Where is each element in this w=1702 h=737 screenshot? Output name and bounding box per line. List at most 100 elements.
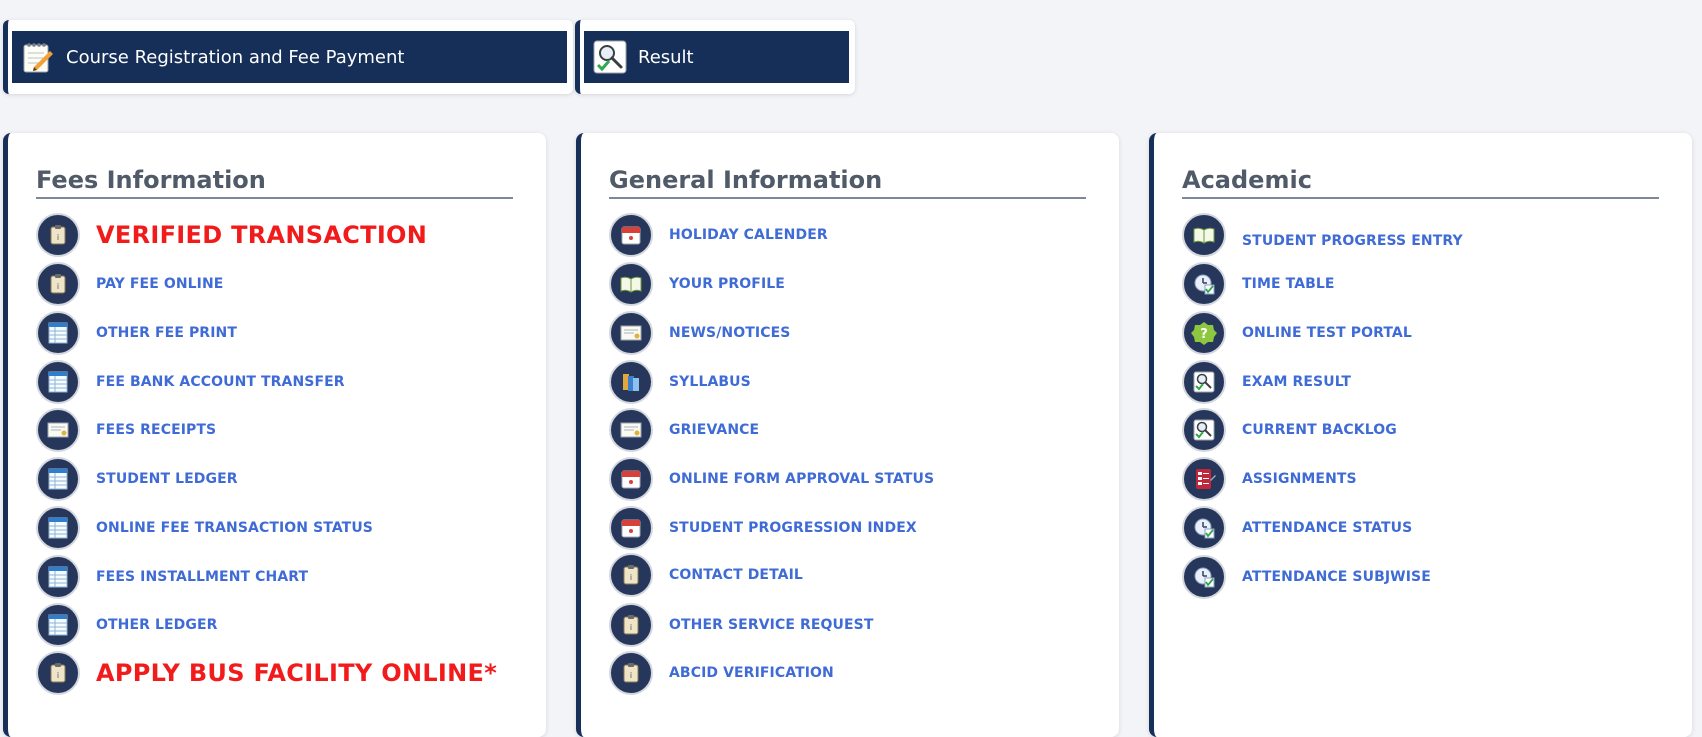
open-book-icon: [1182, 213, 1226, 257]
certificate-icon: [609, 408, 653, 452]
quick-link-card-course-registration: Course Registration and Fee Payment: [3, 20, 573, 94]
result-button[interactable]: Result: [584, 31, 849, 83]
menu-item-label: FEES INSTALLMENT CHART: [96, 569, 309, 585]
svg-text:i: i: [57, 671, 59, 680]
menu-item-abcid-verification[interactable]: i ABCID VERIFICATION: [609, 651, 834, 695]
fees-information-panel: Fees Information i VERIFIED TRANSACTION …: [3, 133, 546, 737]
table-sheet-icon: [36, 311, 80, 355]
table-sheet-icon: [36, 360, 80, 404]
menu-item-attendance-status[interactable]: ATTENDANCE STATUS: [1182, 506, 1412, 550]
menu-item-pay-fee-online[interactable]: i PAY FEE ONLINE: [36, 262, 223, 306]
menu-item-label: FEES RECEIPTS: [96, 422, 217, 438]
svg-text:i: i: [630, 671, 632, 680]
svg-text:i: i: [630, 573, 632, 582]
calendar-icon: [609, 506, 653, 550]
menu-item-label: OTHER LEDGER: [96, 617, 218, 633]
fees-information-menu: i VERIFIED TRANSACTION i PAY FEE ONLINE …: [36, 199, 546, 719]
menu-item-time-table[interactable]: TIME TABLE: [1182, 262, 1335, 306]
menu-item-label: VERIFIED TRANSACTION: [96, 221, 428, 249]
general-information-menu: HOLIDAY CALENDER YOUR PROFILE NEWS/NOTIC…: [609, 199, 1119, 719]
result-label: Result: [638, 46, 694, 68]
menu-item-online-fee-transaction-status[interactable]: ONLINE FEE TRANSACTION STATUS: [36, 506, 373, 550]
magnifier-check-icon: [593, 40, 627, 74]
menu-item-fee-bank-account-transfer[interactable]: FEE BANK ACCOUNT TRANSFER: [36, 360, 345, 404]
menu-item-label: STUDENT LEDGER: [96, 471, 238, 487]
clipboard-icon: i: [36, 651, 80, 695]
general-information-heading: General Information: [609, 165, 1086, 199]
menu-item-online-test-portal[interactable]: ? ONLINE TEST PORTAL: [1182, 311, 1412, 355]
menu-item-other-ledger[interactable]: OTHER LEDGER: [36, 603, 218, 647]
magnifier-check-icon: [1182, 408, 1226, 452]
notepad-pencil-icon: [23, 43, 53, 73]
menu-item-verified-transaction[interactable]: i VERIFIED TRANSACTION: [36, 213, 427, 257]
menu-item-label: OTHER SERVICE REQUEST: [669, 617, 874, 633]
course-registration-button[interactable]: Course Registration and Fee Payment: [12, 31, 567, 83]
books-icon: [609, 360, 653, 404]
menu-item-attendance-subjwise[interactable]: ATTENDANCE SUBJWISE: [1182, 555, 1431, 599]
table-sheet-icon: [36, 555, 80, 599]
menu-item-label: ONLINE FEE TRANSACTION STATUS: [96, 520, 373, 536]
menu-item-label: ONLINE FORM APPROVAL STATUS: [669, 471, 935, 487]
menu-item-label: STUDENT PROGRESSION INDEX: [669, 520, 917, 536]
academic-panel: Academic STUDENT PROGRESS ENTRY TIME TAB…: [1149, 133, 1692, 737]
menu-item-label: CURRENT BACKLOG: [1242, 422, 1397, 438]
table-sheet-icon: [36, 506, 80, 550]
svg-text:i: i: [630, 623, 632, 632]
svg-text:i: i: [57, 282, 59, 291]
calendar-icon: [609, 457, 653, 501]
calendar-icon: [609, 213, 653, 257]
svg-text:?: ?: [1200, 327, 1208, 342]
clock-check-icon: [1182, 555, 1226, 599]
table-sheet-icon: [36, 603, 80, 647]
menu-item-label: ATTENDANCE STATUS: [1242, 520, 1413, 536]
clock-check-icon: [1182, 506, 1226, 550]
menu-item-other-service-request[interactable]: i OTHER SERVICE REQUEST: [609, 603, 873, 647]
menu-item-label: HOLIDAY CALENDER: [669, 227, 828, 243]
menu-item-label: CONTACT DETAIL: [669, 567, 803, 583]
menu-item-student-progression-index[interactable]: STUDENT PROGRESSION INDEX: [609, 506, 917, 550]
menu-item-student-ledger[interactable]: STUDENT LEDGER: [36, 457, 238, 501]
menu-item-label: SYLLABUS: [669, 374, 751, 390]
menu-item-current-backlog[interactable]: CURRENT BACKLOG: [1182, 408, 1397, 452]
certificate-icon: [609, 311, 653, 355]
menu-item-label: STUDENT PROGRESS ENTRY: [1242, 233, 1463, 249]
menu-item-apply-bus-facility-online[interactable]: i APPLY BUS FACILITY ONLINE*: [36, 651, 497, 695]
checklist-icon: [1182, 457, 1226, 501]
svg-text:i: i: [57, 233, 59, 242]
menu-item-assignments[interactable]: ASSIGNMENTS: [1182, 457, 1357, 501]
menu-item-label: ONLINE TEST PORTAL: [1242, 325, 1412, 341]
quick-link-card-result: Result: [575, 20, 855, 94]
course-registration-label: Course Registration and Fee Payment: [66, 46, 405, 68]
general-information-panel: General Information HOLIDAY CALENDER YOU…: [576, 133, 1119, 737]
menu-item-label: TIME TABLE: [1242, 276, 1335, 292]
magnifier-check-icon: [1182, 360, 1226, 404]
menu-item-other-fee-print[interactable]: OTHER FEE PRINT: [36, 311, 237, 355]
menu-item-label: NEWS/NOTICES: [669, 325, 791, 341]
menu-item-contact-detail[interactable]: i CONTACT DETAIL: [609, 553, 803, 597]
menu-item-news-notices[interactable]: NEWS/NOTICES: [609, 311, 790, 355]
menu-item-fees-installment-chart[interactable]: FEES INSTALLMENT CHART: [36, 555, 308, 599]
menu-item-exam-result[interactable]: EXAM RESULT: [1182, 360, 1351, 404]
menu-item-label: YOUR PROFILE: [669, 276, 785, 292]
academic-menu: STUDENT PROGRESS ENTRY TIME TABLE ? ONLI…: [1182, 199, 1692, 719]
menu-item-grievance[interactable]: GRIEVANCE: [609, 408, 759, 452]
menu-item-label: EXAM RESULT: [1242, 374, 1352, 390]
table-sheet-icon: [36, 457, 80, 501]
menu-item-holiday-calender[interactable]: HOLIDAY CALENDER: [609, 213, 828, 257]
fees-information-heading: Fees Information: [36, 165, 513, 199]
menu-item-label: ABCID VERIFICATION: [669, 665, 834, 681]
menu-item-your-profile[interactable]: YOUR PROFILE: [609, 262, 785, 306]
clipboard-icon: i: [36, 213, 80, 257]
menu-item-student-progress-entry[interactable]: STUDENT PROGRESS ENTRY: [1182, 213, 1463, 257]
menu-item-fees-receipts[interactable]: FEES RECEIPTS: [36, 408, 216, 452]
menu-item-label: GRIEVANCE: [669, 422, 760, 438]
certificate-icon: [36, 408, 80, 452]
menu-item-label: PAY FEE ONLINE: [96, 276, 224, 292]
menu-item-label: OTHER FEE PRINT: [96, 325, 237, 341]
menu-item-online-form-approval-status[interactable]: ONLINE FORM APPROVAL STATUS: [609, 457, 934, 501]
question-badge-icon: ?: [1182, 311, 1226, 355]
menu-item-label: FEE BANK ACCOUNT TRANSFER: [96, 374, 345, 390]
clipboard-icon: i: [36, 262, 80, 306]
menu-item-syllabus[interactable]: SYLLABUS: [609, 360, 751, 404]
open-book-icon: [609, 262, 653, 306]
